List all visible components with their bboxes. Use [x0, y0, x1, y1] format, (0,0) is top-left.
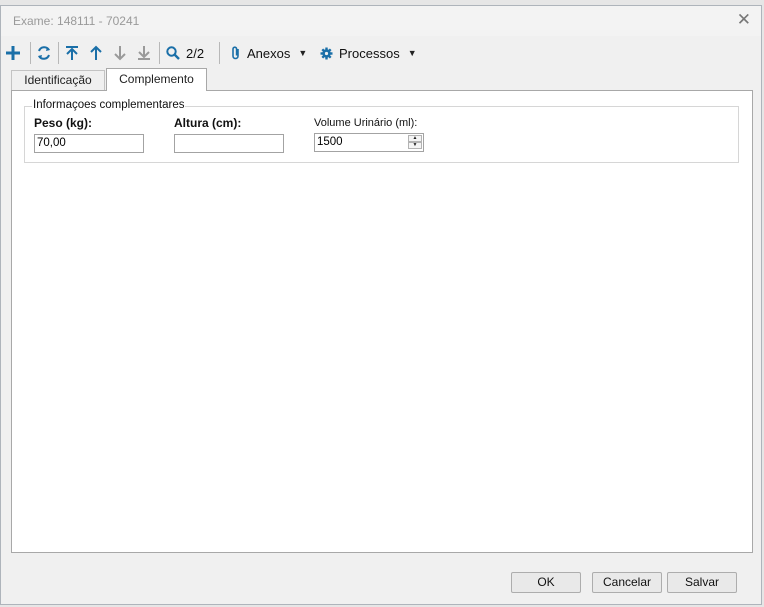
volume-spin-buttons[interactable]: ▲ ▼: [408, 135, 422, 150]
toolbar-separator: [30, 42, 31, 64]
tab-panel-complemento: Informaçoes complementares Peso (kg): 70…: [11, 90, 753, 553]
gear-icon: [320, 47, 333, 59]
tab-complemento[interactable]: Complemento: [106, 68, 207, 91]
refresh-button[interactable]: [36, 44, 52, 62]
anexos-label: Anexos: [247, 45, 291, 61]
close-icon[interactable]: ✕: [737, 10, 751, 30]
toolbar-separator: [58, 42, 59, 64]
altura-field[interactable]: [174, 134, 284, 153]
down-arrow-icon: [114, 46, 126, 61]
paperclip-icon: [232, 46, 239, 60]
up-arrow-icon: [90, 45, 102, 60]
anexos-menu[interactable]: Anexos ▼: [231, 44, 307, 62]
spin-up-icon[interactable]: ▲: [408, 135, 422, 142]
volume-stepper[interactable]: 1500 ▲ ▼: [314, 133, 424, 152]
plus-icon: [6, 46, 20, 60]
title-bar: Exame: 148111 - 70241 ✕: [1, 6, 761, 36]
toolbar-separator: [159, 42, 160, 64]
ok-button[interactable]: OK: [511, 572, 581, 593]
search-button[interactable]: 2/2: [166, 44, 204, 62]
previous-record-button[interactable]: [89, 44, 103, 62]
toolbar: 2/2 Anexos ▼ Processos ▼: [1, 37, 761, 69]
chevron-down-icon: ▼: [298, 48, 308, 58]
first-arrow-icon: [66, 46, 78, 60]
tab-identificacao[interactable]: Identificação: [11, 70, 105, 90]
next-record-button[interactable]: [113, 44, 127, 62]
search-icon: [166, 46, 180, 60]
peso-field[interactable]: 70,00: [34, 134, 144, 153]
group-title: Informaçoes complementares: [32, 99, 186, 111]
complementary-info-group: Informaçoes complementares Peso (kg): 70…: [24, 99, 739, 163]
refresh-icon: [38, 46, 50, 60]
volume-value: 1500: [317, 136, 343, 148]
window-title: Exame: 148111 - 70241: [13, 14, 140, 28]
cancel-button[interactable]: Cancelar: [592, 572, 662, 593]
altura-label: Altura (cm):: [174, 116, 242, 130]
add-button[interactable]: [6, 44, 20, 62]
save-button[interactable]: Salvar: [667, 572, 737, 593]
first-record-button[interactable]: [65, 44, 79, 62]
processos-menu[interactable]: Processos ▼: [320, 44, 417, 62]
toolbar-separator: [219, 42, 220, 64]
last-record-button[interactable]: [137, 44, 151, 62]
chevron-down-icon: ▼: [407, 48, 417, 58]
volume-label: Volume Urinário (ml):: [314, 117, 418, 129]
spin-down-icon[interactable]: ▼: [408, 142, 422, 149]
last-arrow-icon: [138, 46, 150, 60]
record-counter: 2/2: [186, 45, 205, 61]
processos-label: Processos: [339, 45, 400, 61]
peso-label: Peso (kg):: [34, 116, 93, 130]
